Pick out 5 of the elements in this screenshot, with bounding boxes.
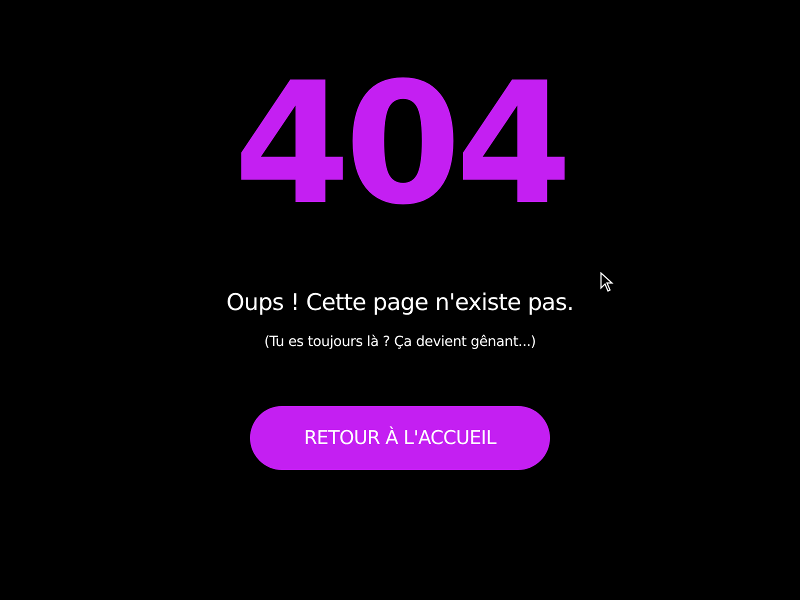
home-button[interactable]: RETOUR À L'ACCUEIL — [250, 406, 550, 470]
error-code: 404 — [234, 60, 566, 240]
error-title: Oups ! Cette page n'existe pas. — [226, 290, 574, 316]
error-subtitle: (Tu es toujours là ? Ça devient gênant...) — [264, 334, 536, 350]
cursor-icon — [600, 272, 614, 292]
